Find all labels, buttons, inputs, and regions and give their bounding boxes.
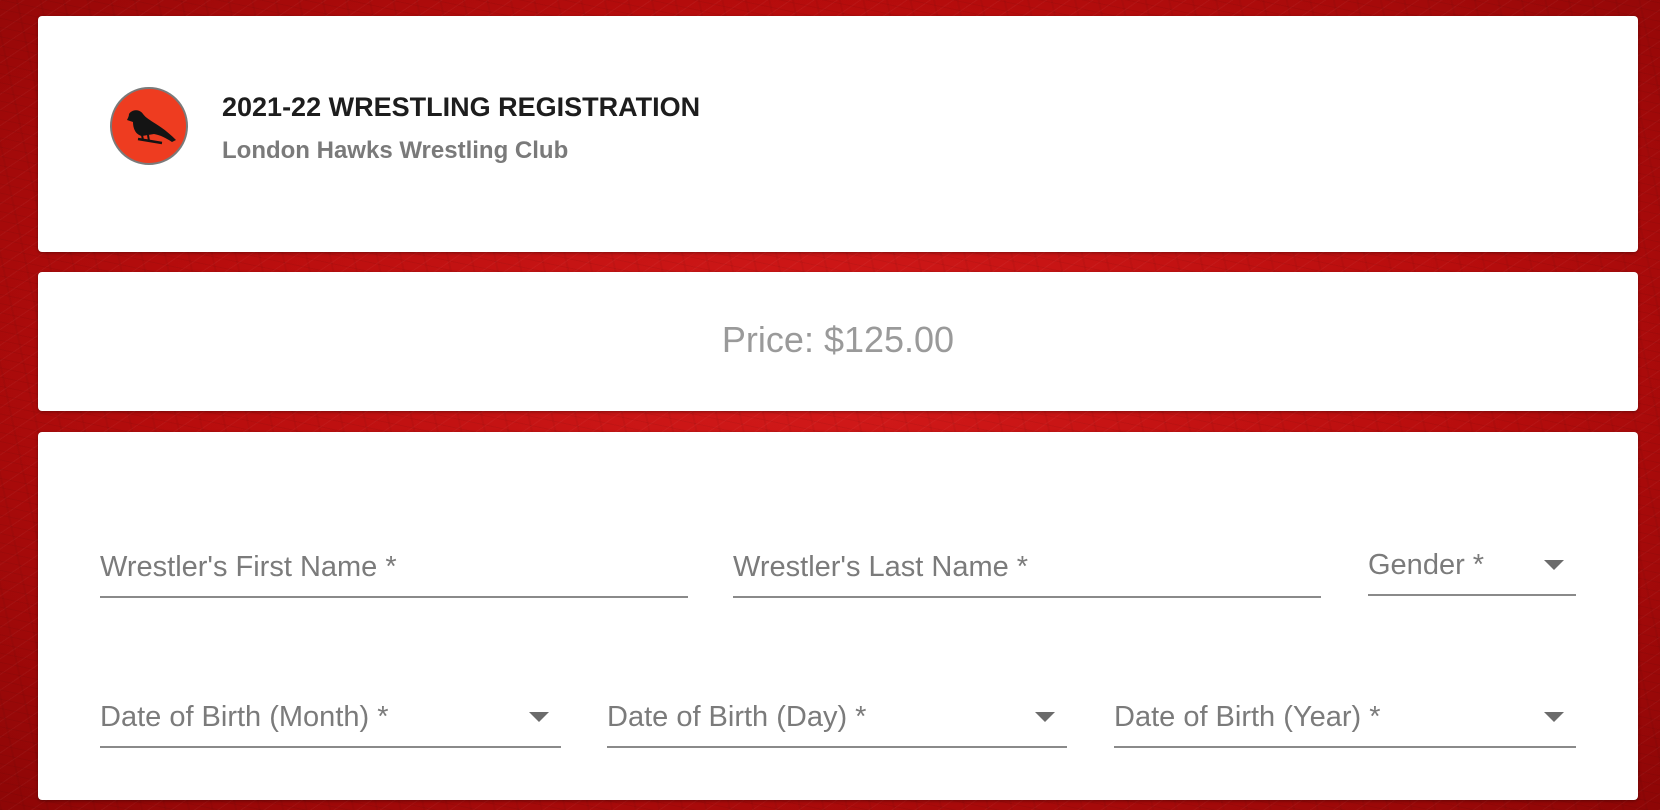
arrow-drop-down-icon[interactable] — [1035, 712, 1055, 722]
first-name-label: Wrestler's First Name * — [100, 551, 397, 583]
registration-title: 2021-22 WRESTLING REGISTRATION — [222, 92, 701, 122]
price-card: Price: $125.00 — [38, 272, 1638, 411]
dob-day-label: Date of Birth (Day) * — [607, 701, 867, 733]
arrow-drop-down-icon[interactable] — [529, 712, 549, 722]
price-text: Price: $125.00 — [721, 319, 955, 360]
header-card: 2021-22 WRESTLING REGISTRATION London Ha… — [38, 16, 1638, 252]
gender-label: Gender * — [1368, 549, 1485, 581]
last-name-label: Wrestler's Last Name * — [733, 551, 1029, 583]
hawk-logo-icon — [110, 87, 188, 165]
arrow-drop-down-icon[interactable] — [1544, 560, 1564, 570]
dob-day-select[interactable]: Date of Birth (Day) * — [607, 688, 1067, 748]
club-name: London Hawks Wrestling Club — [222, 137, 569, 164]
dob-year-select[interactable]: Date of Birth (Year) * — [1114, 688, 1576, 748]
first-name-field[interactable]: Wrestler's First Name * — [100, 538, 688, 598]
last-name-field[interactable]: Wrestler's Last Name * — [733, 538, 1321, 598]
dob-month-select[interactable]: Date of Birth (Month) * — [100, 688, 561, 748]
registration-form: Wrestler's First Name * Wrestler's Last … — [38, 432, 1638, 800]
dob-year-label: Date of Birth (Year) * — [1114, 701, 1381, 733]
gender-select[interactable]: Gender * — [1368, 536, 1576, 596]
arrow-drop-down-icon[interactable] — [1544, 712, 1564, 722]
dob-month-label: Date of Birth (Month) * — [100, 701, 389, 733]
